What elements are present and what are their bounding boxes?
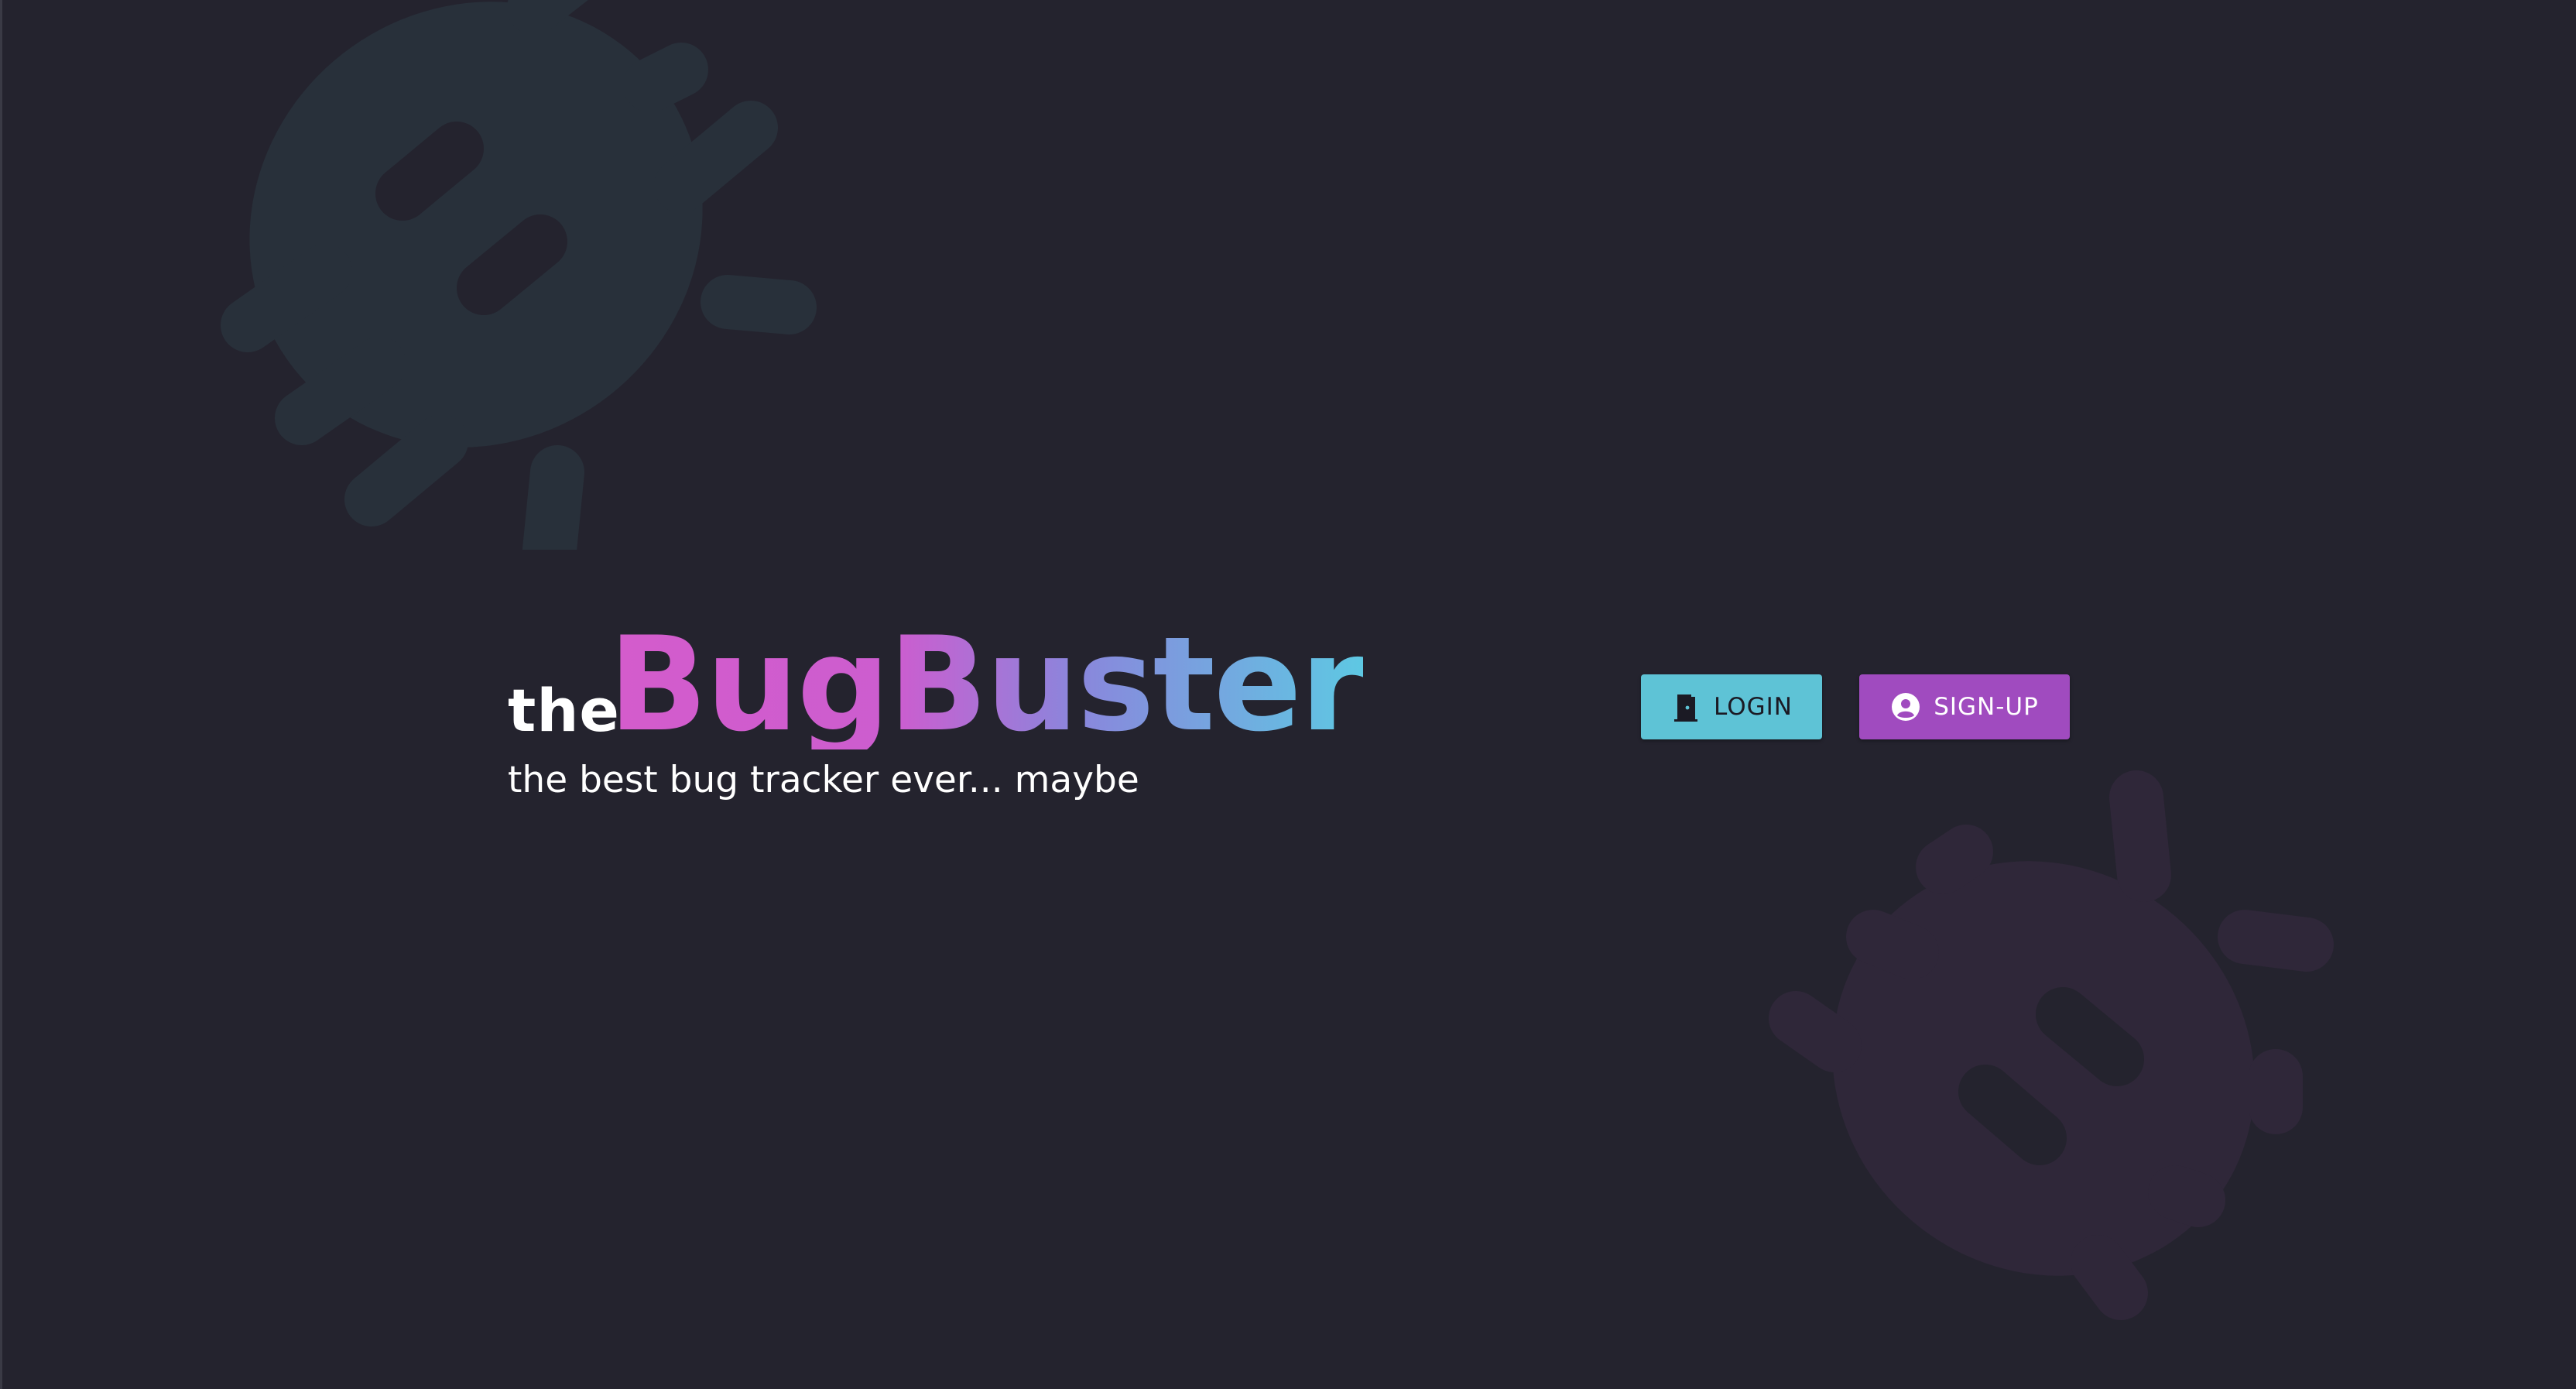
window-edge: [0, 0, 2, 1389]
brand-name: BugBuster: [608, 609, 1365, 760]
hero: the BugBuster the best bug tracker ever.…: [508, 604, 1365, 801]
login-button[interactable]: LOGIN: [1641, 674, 1822, 739]
bug-decoration-bottom-icon: [1769, 770, 2334, 1320]
account-circle-icon: [1890, 691, 1921, 722]
bug-decoration-top-icon: [221, 0, 817, 550]
login-label: LOGIN: [1714, 693, 1793, 721]
app-title: the BugBuster: [508, 604, 1365, 751]
landing-page: the BugBuster the best bug tracker ever.…: [0, 0, 2576, 1389]
signup-label: SIGN-UP: [1934, 693, 2039, 721]
tagline: the best bug tracker ever... maybe: [508, 759, 1139, 801]
signup-button[interactable]: SIGN-UP: [1859, 674, 2070, 739]
title-prefix: the: [508, 676, 620, 745]
door-icon: [1670, 691, 1701, 722]
